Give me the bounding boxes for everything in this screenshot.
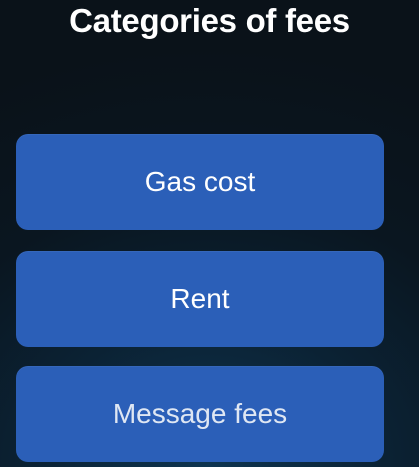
option-label: Rent bbox=[170, 283, 230, 314]
option-label: Message fees bbox=[112, 398, 288, 429]
option-label: Gas cost bbox=[144, 166, 256, 197]
option-message-fees[interactable]: Message fees bbox=[16, 366, 384, 462]
option-gas-cost[interactable]: Gas cost bbox=[16, 134, 384, 230]
page-title: Categories of fees bbox=[69, 2, 350, 39]
option-rent[interactable]: Rent bbox=[16, 251, 384, 347]
